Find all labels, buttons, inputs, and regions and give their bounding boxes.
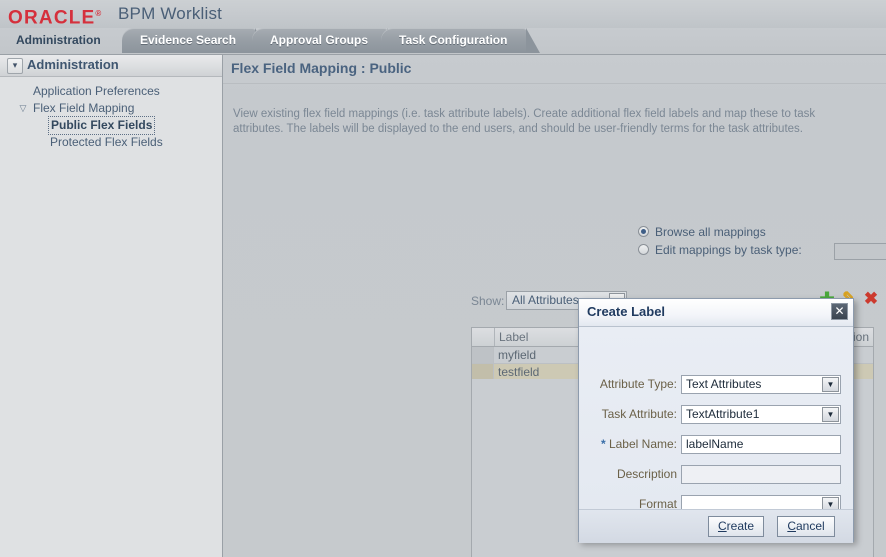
field-description-label: Description <box>616 467 677 481</box>
label-name-input[interactable]: labelName <box>681 435 841 454</box>
create-button[interactable]: Create <box>708 516 764 537</box>
field-description: Description <box>579 465 853 487</box>
task-type-input[interactable] <box>834 243 886 260</box>
tab-approval-groups-label: Approval Groups <box>270 33 369 47</box>
attribute-type-select[interactable]: Text Attributes ▼ <box>681 375 841 394</box>
tab-evidence-search[interactable]: Evidence Search <box>122 28 270 53</box>
radio-browse-all-mappings-dot[interactable] <box>638 226 649 237</box>
tab-task-configuration[interactable]: Task Configuration <box>381 28 541 53</box>
field-attribute-type-label: Attribute Type: <box>599 377 677 391</box>
row-select-cell[interactable] <box>472 347 494 363</box>
brand-bar: ORACLE® BPM Worklist <box>0 0 886 29</box>
sidebar-item-public-flex-fields[interactable]: Public Flex Fields <box>0 116 222 135</box>
cancel-button-accesskey: C <box>787 519 796 533</box>
row-select-cell[interactable] <box>472 364 494 380</box>
column-header-select[interactable] <box>472 328 494 346</box>
field-task-attribute: Task Attribute: TextAttribute1 ▼ <box>579 405 853 427</box>
tab-approval-groups[interactable]: Approval Groups <box>252 28 402 53</box>
radio-browse-all-mappings-label: Browse all mappings <box>655 225 766 239</box>
description-input[interactable] <box>681 465 841 484</box>
create-button-accesskey: C <box>717 519 727 533</box>
task-attribute-value: TextAttribute1 <box>686 407 760 421</box>
sidebar-item-flex-field-mapping-label: Flex Field Mapping <box>33 101 135 115</box>
field-label-name-text: Label Name: <box>608 437 677 451</box>
sidebar: ▾ Administration Application Preferences… <box>0 55 223 557</box>
field-label-name-label: * Label Name: <box>601 437 677 451</box>
show-filter-value: All Attributes <box>512 293 579 307</box>
chevron-down-icon[interactable]: ▼ <box>822 377 839 392</box>
app-title: BPM Worklist <box>118 4 223 23</box>
cancel-button-label: ancel <box>795 519 825 533</box>
oracle-logo-text: ORACLE <box>8 7 96 29</box>
show-filter-label: Show: <box>471 294 505 308</box>
oracle-logo: ORACLE® <box>8 3 101 28</box>
task-attribute-select[interactable]: TextAttribute1 ▼ <box>681 405 841 424</box>
main-tab-strip: Administration Evidence Search Approval … <box>0 28 886 55</box>
sidebar-tree: Application Preferences ▽ Flex Field Map… <box>0 77 222 557</box>
field-task-attribute-label: Task Attribute: <box>601 407 677 421</box>
sidebar-item-protected-flex-fields[interactable]: Protected Flex Fields <box>0 134 222 151</box>
dialog-title: Create Label <box>587 304 666 319</box>
dialog-body: Attribute Type: Text Attributes ▼ Task A… <box>579 327 853 514</box>
tab-administration-label: Administration <box>16 33 101 47</box>
chevron-down-icon[interactable]: ▾ <box>7 58 23 74</box>
tab-task-configuration-label: Task Configuration <box>399 33 508 47</box>
mapping-mode-radio-group: Browse all mappings Edit mappings by tas… <box>638 223 886 260</box>
tree-expand-icon[interactable]: ▽ <box>16 100 30 117</box>
radio-browse-all-mappings[interactable]: Browse all mappings <box>638 223 886 241</box>
sidebar-item-application-preferences-label: Application Preferences <box>33 84 160 98</box>
tab-evidence-search-label: Evidence Search <box>140 33 237 47</box>
tab-administration[interactable]: Administration <box>0 28 117 53</box>
dialog-footer: Create Cancel <box>579 509 853 543</box>
delete-icon[interactable]: ✖ <box>861 289 881 309</box>
sidebar-header: ▾ Administration <box>0 55 222 77</box>
page-description: View existing flex field mappings (i.e. … <box>233 108 816 135</box>
registered-trademark-icon: ® <box>95 9 102 18</box>
page-title: Flex Field Mapping : Public <box>231 60 412 76</box>
cancel-button[interactable]: Cancel <box>777 516 835 537</box>
sidebar-item-application-preferences[interactable]: Application Preferences <box>0 83 222 100</box>
create-label-dialog: Create Label ✕ Attribute Type: Text Attr… <box>578 298 854 543</box>
radio-edit-by-task-type-label: Edit mappings by task type: <box>655 243 802 257</box>
sidebar-item-flex-field-mapping[interactable]: ▽ Flex Field Mapping <box>0 100 222 117</box>
radio-edit-by-task-type-dot[interactable] <box>638 244 649 255</box>
sidebar-item-public-flex-fields-label: Public Flex Fields <box>48 116 156 135</box>
field-label-name: * Label Name: labelName <box>579 435 853 457</box>
attribute-type-value: Text Attributes <box>686 377 762 391</box>
dialog-title-bar[interactable]: Create Label ✕ <box>579 299 853 327</box>
sidebar-item-protected-flex-fields-label: Protected Flex Fields <box>50 135 163 149</box>
required-marker: * <box>600 437 606 451</box>
chevron-down-icon[interactable]: ▼ <box>822 407 839 422</box>
title-divider <box>223 83 886 84</box>
field-attribute-type: Attribute Type: Text Attributes ▼ <box>579 375 853 397</box>
close-icon[interactable]: ✕ <box>831 303 848 320</box>
sidebar-title: Administration <box>27 57 119 72</box>
create-button-label: reate <box>726 519 755 533</box>
